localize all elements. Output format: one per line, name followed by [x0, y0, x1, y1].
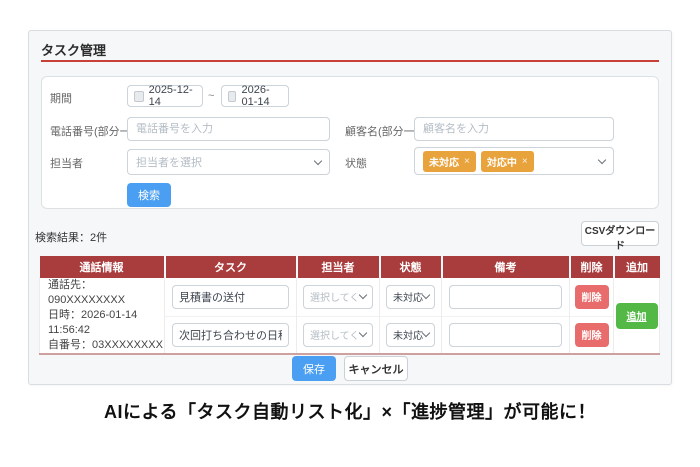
chevron-down-icon: [422, 291, 430, 299]
search-panel: 期間 2025-12-14 ~ 2026-01-14 電話番号(部分一致) 顧客…: [41, 76, 659, 209]
status-label: 状態: [345, 155, 367, 171]
column-header-call-info: 通話情報: [40, 256, 165, 278]
assignee-select-placeholder: 選択してください: [310, 327, 360, 342]
period-label: 期間: [50, 90, 72, 106]
add-button[interactable]: 追加: [616, 303, 658, 329]
status-select-value: 未対応: [393, 289, 423, 304]
assignee-select-placeholder: 担当者を選択: [136, 154, 202, 170]
csv-download-button[interactable]: CSVダウンロード: [581, 221, 659, 246]
period-separator: ~: [208, 90, 214, 102]
table-row: 通話先：090XXXXXXXX 日時：2026-01-14 11:56:42 自…: [40, 278, 660, 316]
assignee-select[interactable]: 選択してください: [303, 323, 373, 347]
chevron-down-icon: [598, 155, 606, 163]
task-table: 通話情報 タスク 担当者 状態 備考 削除 追加 通話先：090XXXXXXXX…: [39, 256, 660, 355]
call-datetime: 日時：2026-01-14 11:56:42: [48, 308, 164, 338]
chevron-down-icon: [314, 156, 322, 164]
note-input[interactable]: [449, 323, 562, 347]
date-to-input[interactable]: 2026-01-14: [221, 85, 289, 107]
results-count: 検索結果：2件: [35, 229, 107, 245]
chevron-down-icon: [359, 329, 367, 337]
customer-input[interactable]: [414, 117, 614, 141]
page-title: タスク管理: [41, 40, 106, 59]
call-own-number: 自番号：03XXXXXXXX: [48, 338, 164, 353]
status-select[interactable]: 未対応: [386, 285, 435, 309]
column-header-status: 状態: [380, 256, 442, 278]
task-input[interactable]: [172, 323, 289, 347]
save-button[interactable]: 保存: [292, 356, 336, 381]
date-to-value: 2026-01-14: [241, 84, 282, 108]
footer-actions: 保存 キャンセル: [29, 356, 671, 381]
column-header-add: 追加: [614, 256, 660, 278]
status-multiselect[interactable]: 未対応 × 対応中 ×: [414, 147, 614, 175]
page: タスク管理 期間 2025-12-14 ~ 2026-01-14 電話番号(部分…: [0, 0, 700, 467]
call-info-cell: 通話先：090XXXXXXXX 日時：2026-01-14 11:56:42 自…: [40, 278, 165, 354]
call-destination: 通話先：090XXXXXXXX: [48, 278, 164, 308]
phone-input[interactable]: [127, 117, 330, 141]
assignee-select[interactable]: 選択してください: [303, 285, 373, 309]
table-header-row: 通話情報 タスク 担当者 状態 備考 削除 追加: [40, 256, 660, 278]
status-tag-label: 対応中: [487, 154, 517, 169]
delete-button[interactable]: 削除: [575, 323, 609, 347]
note-input[interactable]: [449, 285, 562, 309]
chevron-down-icon: [359, 291, 367, 299]
date-from-input[interactable]: 2025-12-14: [127, 85, 203, 107]
caption-text: AIによる「タスク自動リスト化」×「進捗管理」が可能に！: [0, 398, 700, 424]
task-input[interactable]: [172, 285, 289, 309]
task-management-card: タスク管理 期間 2025-12-14 ~ 2026-01-14 電話番号(部分…: [28, 30, 672, 385]
assignee-label: 担当者: [50, 155, 83, 171]
delete-button[interactable]: 削除: [575, 285, 609, 309]
column-header-task: タスク: [165, 256, 297, 278]
cancel-button[interactable]: キャンセル: [344, 356, 408, 381]
remove-tag-icon[interactable]: ×: [522, 156, 528, 167]
column-header-assignee: 担当者: [297, 256, 380, 278]
status-select-value: 未対応: [393, 327, 423, 342]
assignee-select[interactable]: 担当者を選択: [127, 149, 330, 175]
search-button[interactable]: 検索: [127, 183, 171, 207]
remove-tag-icon[interactable]: ×: [464, 156, 470, 167]
column-header-note: 備考: [442, 256, 570, 278]
calendar-icon: [134, 91, 144, 102]
assignee-select-placeholder: 選択してください: [310, 289, 360, 304]
title-underline: [41, 60, 659, 62]
chevron-down-icon: [422, 329, 430, 337]
calendar-icon: [228, 91, 236, 102]
status-tag: 対応中 ×: [481, 151, 534, 172]
status-select[interactable]: 未対応: [386, 323, 435, 347]
status-tag-label: 未対応: [429, 154, 459, 169]
date-from-value: 2025-12-14: [149, 84, 196, 108]
status-tag: 未対応 ×: [423, 151, 476, 172]
column-header-delete: 削除: [570, 256, 614, 278]
